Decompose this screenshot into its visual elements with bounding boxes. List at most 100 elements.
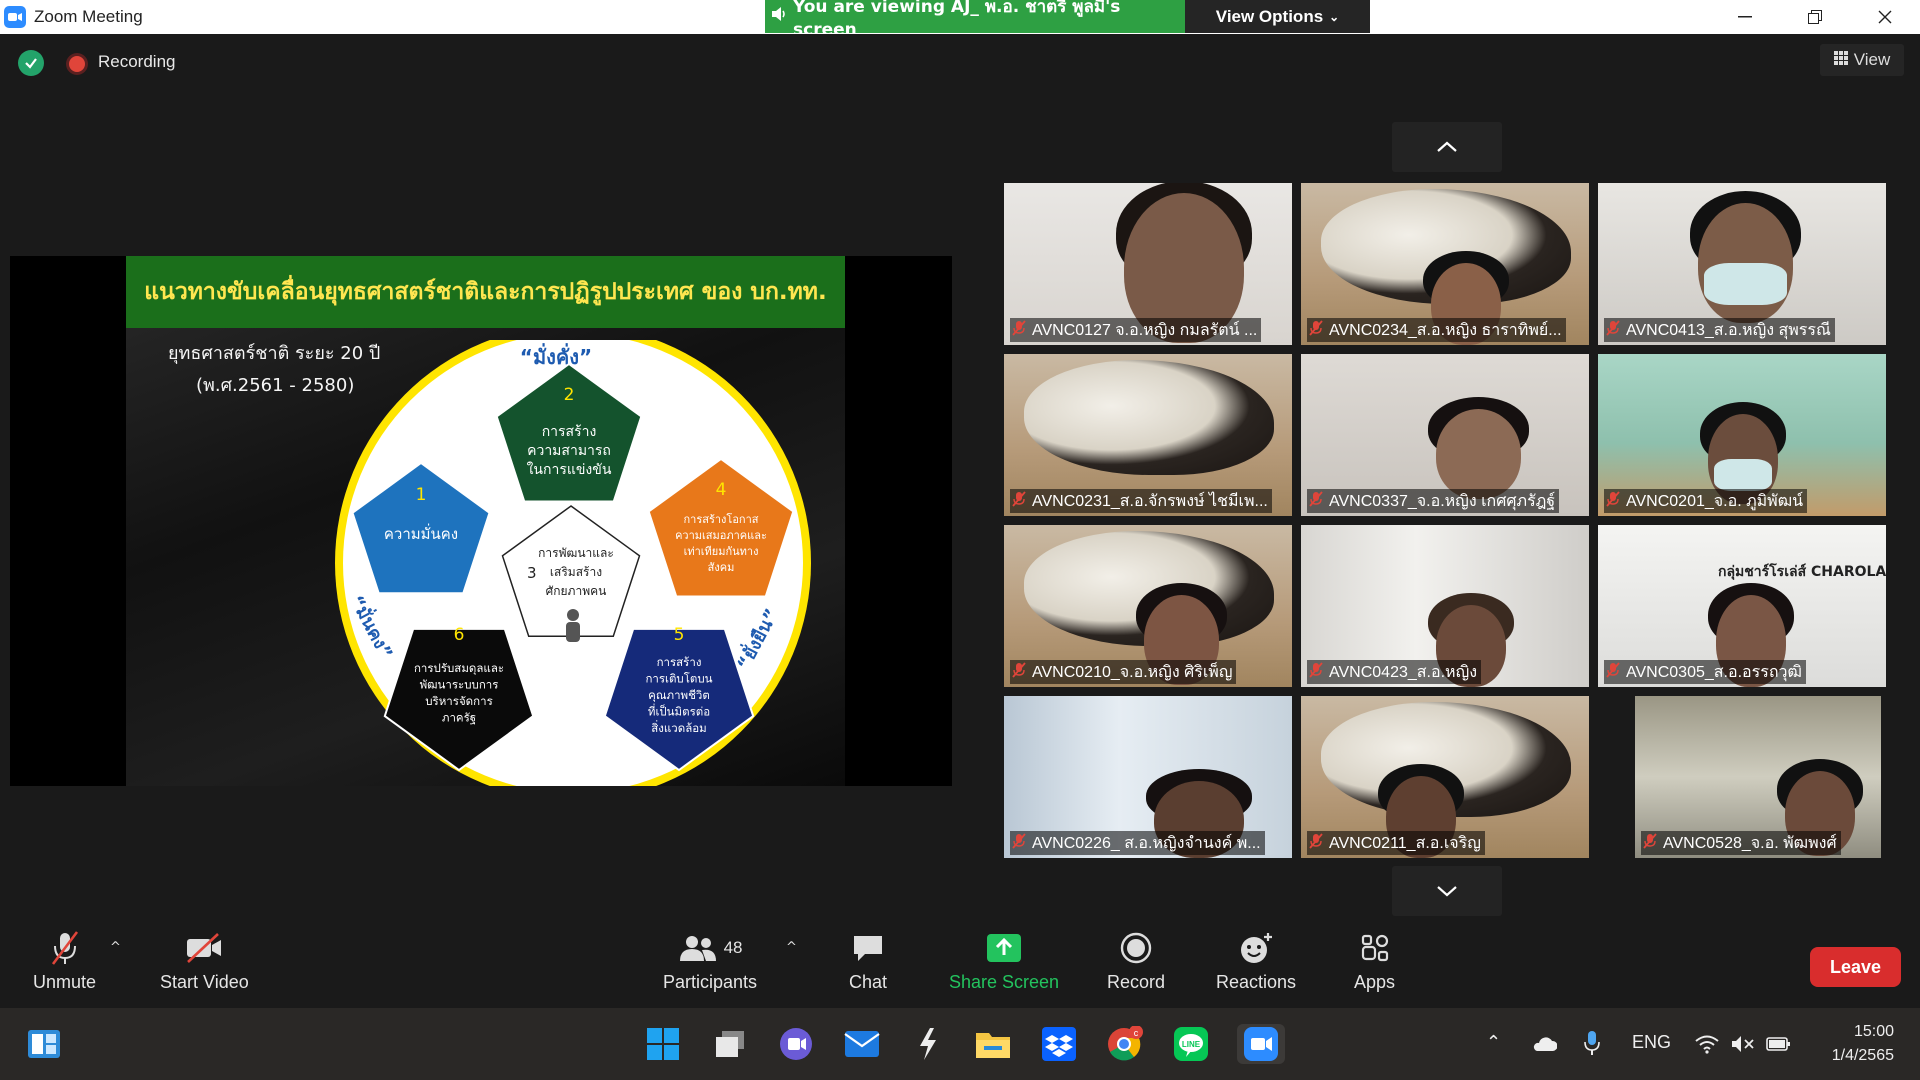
pentagon-number: 3 xyxy=(527,564,537,582)
chevron-down-icon xyxy=(1437,886,1457,897)
share-screen-icon xyxy=(986,930,1022,966)
apps-label: Apps xyxy=(1354,972,1396,992)
gallery-next-button[interactable] xyxy=(1392,866,1502,916)
chat-button[interactable]: Chat xyxy=(849,930,887,993)
presentation-slide: แนวทางขับเคลื่อนยุทธศาสตร์ชาติและการปฏิร… xyxy=(126,256,845,786)
video-off-icon xyxy=(184,930,224,966)
pentagon-text-line: ศักยภาพคน xyxy=(546,584,607,598)
participants-button[interactable]: 48 Participants xyxy=(663,930,757,993)
participant-name-tag: AVNC0234_ส.อ.หญิง ธาราทิพย์... xyxy=(1307,318,1566,342)
task-view-icon[interactable] xyxy=(710,1024,750,1064)
participant-name-tag: AVNC0305_ส.อ.อรรถวุฒิ xyxy=(1604,660,1806,684)
share-screen-button[interactable]: Share Screen xyxy=(949,930,1059,993)
muted-mic-icon xyxy=(1309,662,1323,682)
chevron-down-icon: ⌄ xyxy=(1329,9,1340,24)
leave-button[interactable]: Leave xyxy=(1810,947,1901,987)
participant-tile[interactable]: AVNC0226_ ส.อ.หญิงจำนงค์ พ... xyxy=(1004,696,1292,858)
participant-tile[interactable]: AVNC0231_ส.อ.จักรพงษ์ ไชมีเพ... xyxy=(1004,354,1292,516)
record-button[interactable]: Record xyxy=(1107,930,1165,993)
pentagon-number: 4 xyxy=(716,480,727,500)
pentagon-number: 2 xyxy=(564,385,575,405)
view-button[interactable]: View xyxy=(1820,44,1904,76)
pentagon-text-line: การพัฒนาและ xyxy=(538,546,614,560)
participant-tile[interactable]: AVNC0528_จ.อ. พัฒพงศ์ xyxy=(1635,696,1881,858)
muted-mic-icon xyxy=(1309,320,1323,340)
line-icon[interactable]: LINE xyxy=(1171,1024,1211,1064)
close-window-button[interactable] xyxy=(1850,0,1920,34)
participant-tile[interactable]: AVNC0413_ส.อ.หญิง สุพรรณี xyxy=(1598,183,1886,345)
recording-label[interactable]: Recording xyxy=(98,52,176,72)
participant-name-tag: AVNC0127 จ.อ.หญิง กมลรัตน์ ... xyxy=(1010,318,1262,342)
apps-icon xyxy=(1360,930,1390,966)
window-title: Zoom Meeting xyxy=(34,7,143,26)
participants-options-caret[interactable]: ^ xyxy=(786,940,797,955)
participant-tile[interactable]: AVNC0337_จ.อ.หญิง เกศศุภรัฎฐ์ xyxy=(1301,354,1589,516)
participant-tile[interactable]: AVNC0210_จ.อ.หญิง ศิริเพ็ญ xyxy=(1004,525,1292,687)
participant-name-tag: AVNC0337_จ.อ.หญิง เกศศุภรัฎฐ์ xyxy=(1307,489,1560,513)
volume-muted-icon[interactable] xyxy=(1731,1034,1755,1059)
start-icon[interactable] xyxy=(643,1024,683,1064)
muted-mic-icon xyxy=(49,930,81,966)
charolais-banner-text: กลุ่มชาร์โรเล่ส์ CHAROLAIS xyxy=(1718,564,1886,580)
unmute-button[interactable]: Unmute xyxy=(33,930,96,993)
participant-name: AVNC0234_ส.อ.หญิง ธาราทิพย์... xyxy=(1329,321,1562,339)
pentagon-text-line: เสริมสร้าง xyxy=(550,565,602,579)
clock-time: 15:00 xyxy=(1853,1023,1894,1040)
battery-icon[interactable] xyxy=(1766,1034,1792,1059)
file-explorer-icon[interactable] xyxy=(973,1024,1013,1064)
view-label: View xyxy=(1853,50,1891,69)
face-mask xyxy=(1704,263,1787,305)
minimize-button[interactable] xyxy=(1710,0,1780,34)
start-video-button[interactable]: Start Video xyxy=(160,930,249,993)
encryption-shield-icon[interactable] xyxy=(18,50,44,76)
arc-label-top: “มั่งคั่ง” xyxy=(520,342,592,369)
pentagon-text-line: การเติบโตบน xyxy=(645,672,712,686)
share-screen-label: Share Screen xyxy=(949,972,1060,992)
app-bolt-icon[interactable] xyxy=(908,1024,948,1064)
pentagon-text-line: พัฒนาระบบการ xyxy=(420,678,499,692)
participant-tile[interactable]: AVNC0423_ส.อ.หญิง xyxy=(1301,525,1589,687)
meeting-area: Recording View แนวทางขับเคลื่อนยุทธศาสตร… xyxy=(0,34,1920,1008)
chat-label: Chat xyxy=(849,972,888,992)
participant-tile[interactable]: AVNC0234_ส.อ.หญิง ธาราทิพย์... xyxy=(1301,183,1589,345)
language-indicator[interactable]: ENG xyxy=(1632,1032,1671,1053)
muted-mic-icon xyxy=(1606,491,1620,511)
record-icon xyxy=(1120,930,1152,966)
zoom-logo-icon xyxy=(4,6,26,28)
participant-name: AVNC0127 จ.อ.หญิง กมลรัตน์ ... xyxy=(1032,321,1258,339)
shared-screen[interactable]: แนวทางขับเคลื่อนยุทธศาสตร์ชาติและการปฏิร… xyxy=(10,256,952,786)
muted-mic-icon xyxy=(1643,833,1657,853)
mail-icon[interactable] xyxy=(842,1024,882,1064)
wifi-icon[interactable] xyxy=(1695,1034,1719,1059)
muted-mic-icon xyxy=(1012,662,1026,682)
participant-tile[interactable]: AVNC0127 จ.อ.หญิง กมลรัตน์ ... xyxy=(1004,183,1292,345)
chrome-icon[interactable]: c xyxy=(1105,1024,1145,1064)
system-clock[interactable]: 15:00 1/4/2565 xyxy=(1810,1020,1894,1068)
teams-chat-icon[interactable] xyxy=(776,1024,816,1064)
tray-overflow-icon[interactable]: ⌃ xyxy=(1486,1032,1501,1053)
pentagon-text-line: ความเสมอภาคและ xyxy=(675,529,767,542)
participant-tile[interactable]: AVNC0211_ส.อ.เจริญ xyxy=(1301,696,1589,858)
pentagon-text-line: การสร้าง xyxy=(657,655,702,669)
onedrive-icon[interactable] xyxy=(1531,1036,1558,1057)
zoom-taskbar-icon[interactable] xyxy=(1237,1024,1285,1064)
reactions-button[interactable]: Reactions xyxy=(1216,930,1296,993)
participant-tile[interactable]: AVNC0201_จ.อ. ภูมิพัฒน์ xyxy=(1598,354,1886,516)
apps-button[interactable]: Apps xyxy=(1354,930,1395,993)
muted-mic-icon xyxy=(1012,320,1026,340)
participant-tile[interactable]: กลุ่มชาร์โรเล่ส์ CHAROLAIS AVNC0305_ส.อ.อ… xyxy=(1598,525,1886,687)
microphone-tray-icon[interactable] xyxy=(1584,1030,1600,1061)
reactions-icon xyxy=(1238,930,1274,966)
audio-options-caret[interactable]: ^ xyxy=(110,940,121,955)
pentagon-number: 6 xyxy=(454,625,465,645)
widgets-icon[interactable] xyxy=(24,1024,64,1064)
view-options-button[interactable]: View Options ⌄ xyxy=(1185,0,1370,33)
participant-name: AVNC0211_ส.อ.เจริญ xyxy=(1329,834,1481,852)
unmute-label: Unmute xyxy=(33,972,97,992)
slide-title: แนวทางขับเคลื่อนยุทธศาสตร์ชาติและการปฏิร… xyxy=(126,256,845,328)
recording-dot-icon xyxy=(69,56,85,72)
restore-button[interactable] xyxy=(1780,0,1850,34)
dropbox-icon[interactable] xyxy=(1039,1024,1079,1064)
gallery-prev-button[interactable] xyxy=(1392,122,1502,172)
svg-text:c: c xyxy=(1134,1028,1139,1038)
